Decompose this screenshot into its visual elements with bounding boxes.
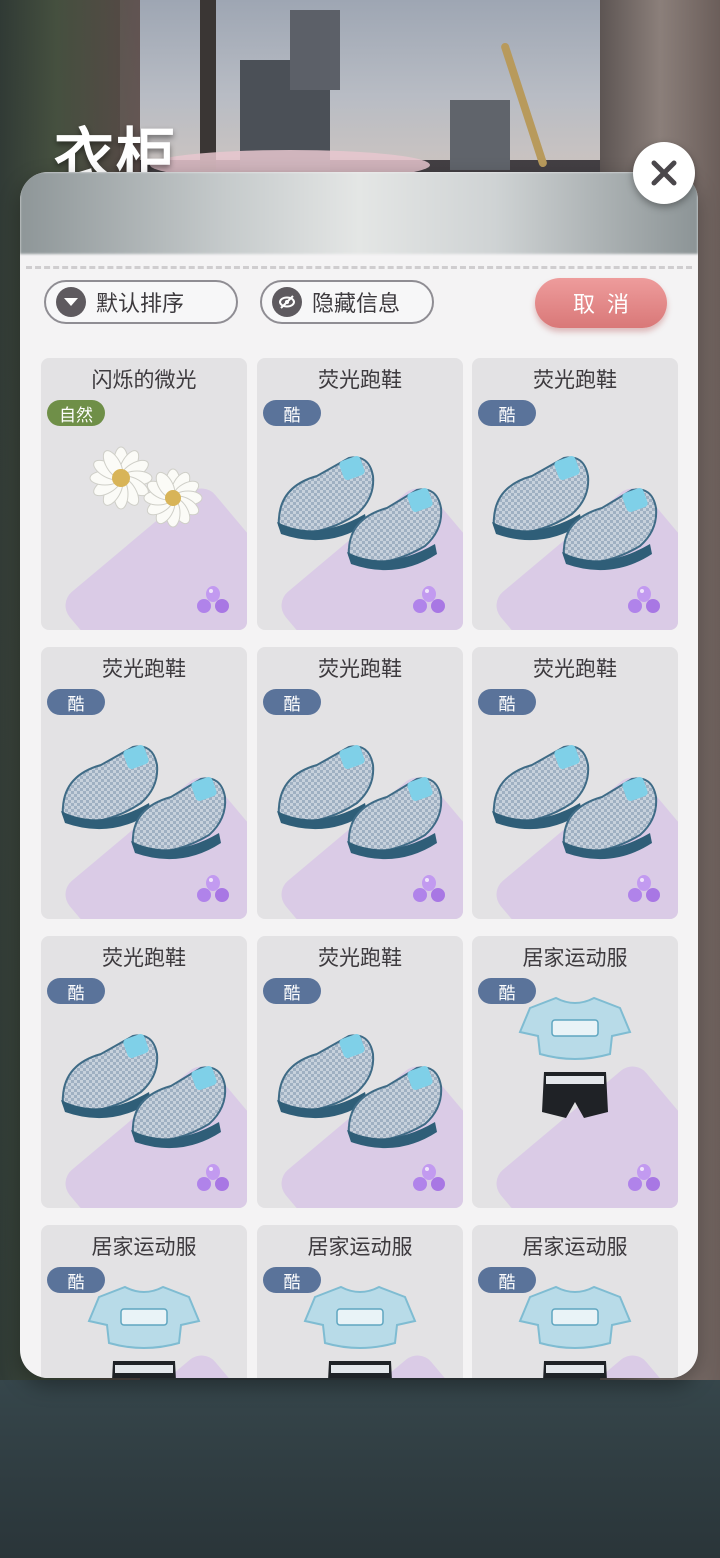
divider	[26, 266, 692, 269]
style-tag: 酷	[263, 1267, 321, 1293]
purple-gem-icon	[197, 586, 229, 613]
style-tag: 酷	[47, 978, 105, 1004]
cancel-button[interactable]: 取消	[535, 278, 667, 328]
item-card[interactable]: 荧光跑鞋酷	[257, 358, 463, 630]
style-tag: 酷	[478, 689, 536, 715]
style-tag: 酷	[478, 1267, 536, 1293]
purple-gem-icon	[413, 586, 445, 613]
item-name: 居家运动服	[307, 1235, 413, 1259]
item-name: 居家运动服	[91, 1235, 197, 1259]
style-tag: 酷	[263, 400, 321, 426]
style-tag: 自然	[47, 400, 105, 426]
toolbar: 默认排序 隐藏信息 取消	[20, 276, 698, 338]
eye-hidden-icon	[272, 287, 302, 317]
style-tag: 酷	[47, 689, 105, 715]
item-name: 荧光跑鞋	[318, 368, 402, 392]
item-card[interactable]: 居家运动服酷	[257, 1225, 463, 1378]
hide-info-button[interactable]: 隐藏信息	[260, 280, 434, 324]
background-building	[450, 100, 510, 170]
style-tag: 酷	[478, 400, 536, 426]
purple-gem-icon	[197, 1164, 229, 1191]
item-name: 荧光跑鞋	[533, 657, 617, 681]
item-card[interactable]: 荧光跑鞋酷	[41, 936, 247, 1208]
item-grid-viewport[interactable]: 闪烁的微光 自然 荧光跑鞋酷荧光跑鞋酷荧光跑鞋酷荧光跑鞋酷荧光跑鞋酷荧光跑鞋酷荧光跑…	[20, 340, 698, 1378]
style-tag: 酷	[263, 978, 321, 1004]
style-tag: 酷	[478, 978, 536, 1004]
item-card[interactable]: 居家运动服酷	[472, 936, 678, 1208]
item-name: 闪烁的微光	[91, 368, 197, 392]
item-card[interactable]: 居家运动服酷	[472, 1225, 678, 1378]
chevron-down-icon	[56, 287, 86, 317]
purple-gem-icon	[197, 875, 229, 902]
sort-button-label: 默认排序	[96, 292, 185, 317]
item-name: 居家运动服	[522, 946, 628, 970]
hide-info-button-label: 隐藏信息	[312, 292, 401, 317]
background-building	[290, 10, 340, 90]
background-sky	[120, 0, 640, 160]
panel-banner	[20, 172, 698, 254]
item-name: 荧光跑鞋	[102, 946, 186, 970]
close-button[interactable]	[633, 142, 695, 204]
item-card[interactable]: 荧光跑鞋酷	[257, 936, 463, 1208]
background-window-frame	[200, 0, 216, 170]
item-card[interactable]: 荧光跑鞋酷	[257, 647, 463, 919]
purple-gem-icon	[413, 875, 445, 902]
item-name: 荧光跑鞋	[533, 368, 617, 392]
sort-button[interactable]: 默认排序	[44, 280, 238, 324]
purple-gem-icon	[628, 1164, 660, 1191]
item-name: 居家运动服	[522, 1235, 628, 1259]
purple-gem-icon	[628, 586, 660, 613]
style-tag: 酷	[47, 1267, 105, 1293]
item-card[interactable]: 荧光跑鞋酷	[41, 647, 247, 919]
item-card[interactable]: 荧光跑鞋酷	[472, 358, 678, 630]
item-card[interactable]: 居家运动服酷	[41, 1225, 247, 1378]
wardrobe-panel: 默认排序 隐藏信息 取消 闪烁的微光 自然 荧光跑鞋酷荧光跑鞋酷荧光跑鞋酷荧光跑鞋酷…	[20, 172, 698, 1378]
style-tag: 酷	[263, 689, 321, 715]
purple-gem-icon	[413, 1164, 445, 1191]
item-name: 荧光跑鞋	[318, 657, 402, 681]
item-card[interactable]: 闪烁的微光自然	[41, 358, 247, 630]
item-name: 荧光跑鞋	[102, 657, 186, 681]
close-icon	[651, 160, 677, 186]
background-floor	[0, 1380, 720, 1558]
item-name: 荧光跑鞋	[318, 946, 402, 970]
item-card[interactable]: 荧光跑鞋酷	[472, 647, 678, 919]
purple-gem-icon	[628, 875, 660, 902]
